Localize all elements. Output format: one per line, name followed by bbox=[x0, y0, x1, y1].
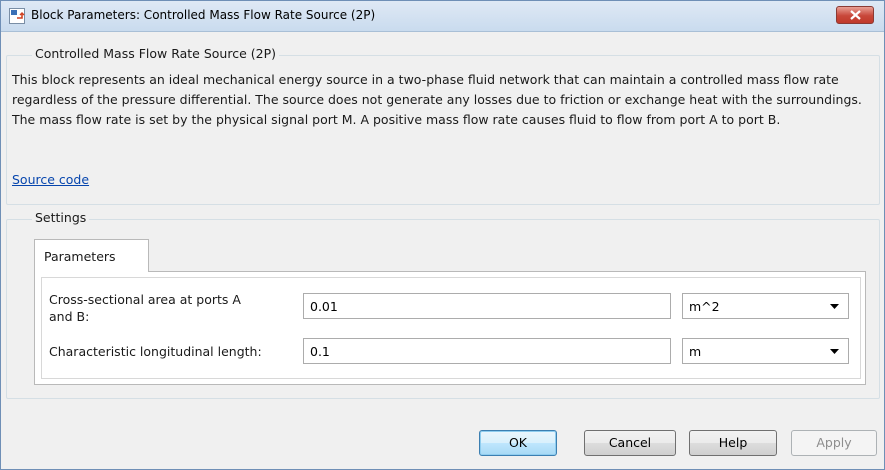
close-button[interactable] bbox=[836, 6, 874, 24]
characteristic-length-input[interactable]: 0.1 bbox=[303, 338, 671, 364]
source-code-link[interactable]: Source code bbox=[12, 172, 89, 187]
cross-sectional-area-label-line1: Cross-sectional area at ports A bbox=[49, 292, 241, 307]
block-parameters-dialog: Block Parameters: Controlled Mass Flow R… bbox=[0, 0, 885, 470]
cross-sectional-area-input[interactable]: 0.01 bbox=[303, 293, 671, 319]
apply-button[interactable]: Apply bbox=[791, 430, 877, 456]
characteristic-length-unit-value: m bbox=[689, 344, 702, 359]
window-title: Block Parameters: Controlled Mass Flow R… bbox=[31, 8, 376, 22]
characteristic-length-unit-select[interactable]: m bbox=[682, 338, 849, 364]
simulink-block-icon bbox=[9, 8, 25, 24]
settings-heading: Settings bbox=[32, 210, 90, 225]
help-button[interactable]: Help bbox=[689, 430, 777, 456]
tab-parameters[interactable]: Parameters bbox=[34, 239, 149, 272]
characteristic-length-label: Characteristic longitudinal length: bbox=[49, 344, 262, 359]
cross-sectional-area-unit-select[interactable]: m^2 bbox=[682, 293, 849, 319]
cancel-button[interactable]: Cancel bbox=[584, 430, 676, 456]
ok-button[interactable]: OK bbox=[479, 430, 557, 456]
cross-sectional-area-unit-value: m^2 bbox=[689, 299, 720, 314]
chevron-down-icon bbox=[830, 349, 839, 354]
chevron-down-icon bbox=[830, 304, 839, 309]
close-icon bbox=[850, 10, 861, 20]
block-name-heading: Controlled Mass Flow Rate Source (2P) bbox=[32, 46, 279, 61]
cross-sectional-area-label-line2: and B: bbox=[49, 309, 90, 324]
cross-sectional-area-label: Cross-sectional area at ports A and B: bbox=[49, 291, 299, 325]
title-bar[interactable]: Block Parameters: Controlled Mass Flow R… bbox=[1, 1, 884, 32]
block-description-text: This block represents an ideal mechanica… bbox=[12, 72, 862, 127]
